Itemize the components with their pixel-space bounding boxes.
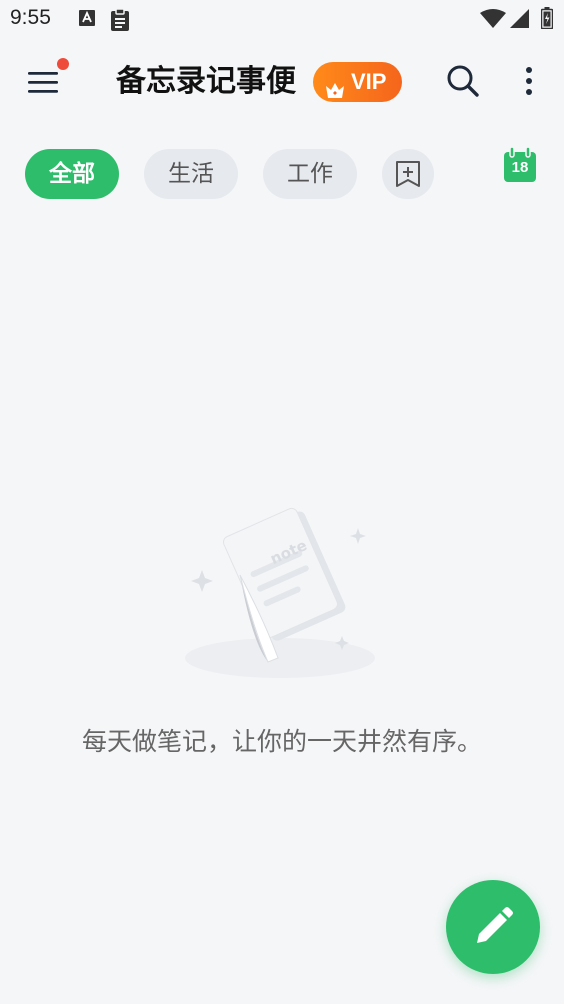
note-paper-illustration: note <box>160 500 410 690</box>
new-note-button[interactable] <box>446 880 540 974</box>
add-category-button[interactable] <box>382 149 434 199</box>
tab-all[interactable]: 全部 <box>25 149 119 199</box>
status-bar: 9:55 <box>0 0 564 40</box>
signal-icon <box>510 9 530 33</box>
wifi-icon <box>480 9 506 33</box>
a-notification-icon <box>78 8 96 32</box>
empty-state-message: 每天做笔记，让你的一天井然有序。 <box>81 727 482 756</box>
status-time: 9:55 <box>10 6 51 29</box>
search-button[interactable] <box>446 64 482 100</box>
menu-button[interactable] <box>22 58 69 100</box>
vip-label: VIP <box>351 69 387 94</box>
tab-work[interactable]: 工作 <box>263 149 357 199</box>
clipboard-icon <box>108 8 132 36</box>
calendar-day: 18 <box>511 159 529 176</box>
crown-icon <box>325 73 345 98</box>
battery-icon <box>540 7 554 33</box>
app-bar: 备忘录记事便 VIP <box>0 44 564 120</box>
tab-life[interactable]: 生活 <box>144 149 238 199</box>
calendar-button[interactable]: 18 <box>503 147 537 183</box>
more-options-button[interactable] <box>514 64 544 100</box>
notification-dot <box>57 58 69 70</box>
screen: 9:55 备忘录记事便 VIP 全部 生活 工作 18 note 每天做笔记，让… <box>0 0 564 1004</box>
app-title: 备忘录记事便 <box>116 64 296 99</box>
search-icon <box>446 65 480 102</box>
more-vertical-icon <box>514 67 544 104</box>
vip-button[interactable]: VIP <box>313 62 402 102</box>
